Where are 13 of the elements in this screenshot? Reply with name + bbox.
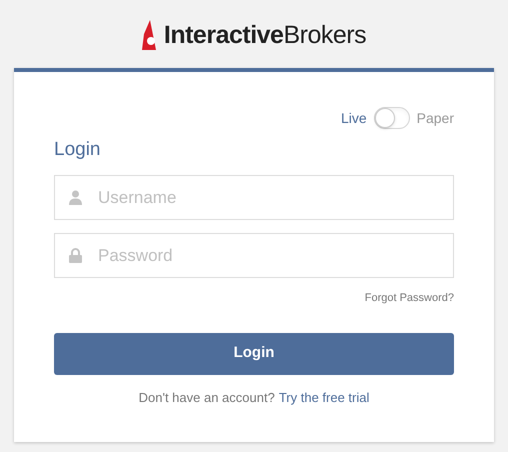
- input-field[interactable]: Username: [54, 175, 454, 220]
- logo-text: InteractiveBrokers: [164, 20, 366, 52]
- login-heading: Login: [54, 138, 102, 162]
- free-trial-link[interactable]: Try the free trial: [278, 388, 370, 407]
- mode-label[interactable]: Live: [340, 108, 367, 128]
- forgot-password-link[interactable]: Forgot Password?: [364, 290, 454, 306]
- input-field[interactable]: Password: [54, 233, 454, 278]
- login-button[interactable]: Login: [54, 332, 454, 374]
- mode-label[interactable]: Paper: [416, 108, 454, 128]
- signup-prompt: Don't have an account?: [138, 388, 275, 406]
- user-icon: [69, 190, 82, 205]
- lock-icon: [69, 248, 82, 263]
- mode-toggle[interactable]: [374, 107, 410, 129]
